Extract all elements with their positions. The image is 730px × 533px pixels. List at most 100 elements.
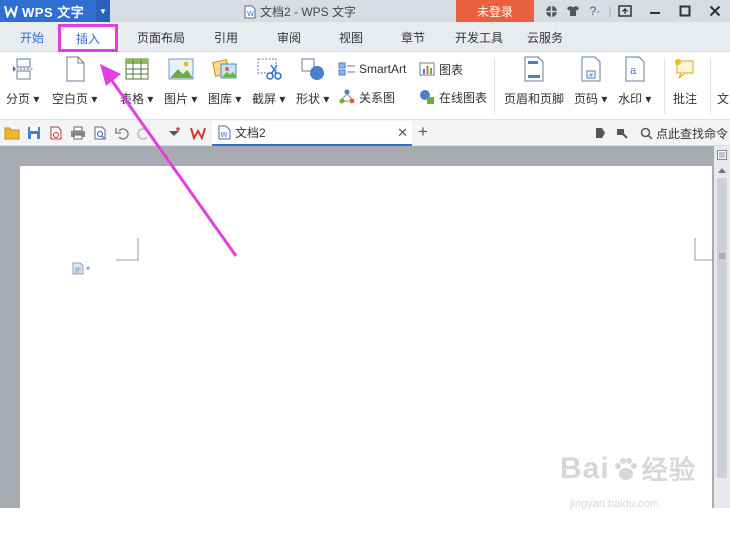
undo-icon[interactable] <box>114 125 130 141</box>
window-title-text: 文档2 - WPS 文字 <box>260 5 357 19</box>
smartart-icon <box>338 60 356 78</box>
chart-button[interactable]: 图表 <box>418 60 463 78</box>
table-button[interactable]: 表格 ▾ <box>120 56 153 107</box>
text-cut-button[interactable]: 文 <box>716 56 730 107</box>
scrollbar-thumb[interactable] <box>717 178 727 478</box>
app-name: WPS 文字 <box>22 4 85 20</box>
quick-access-bar: W 文档2 ✕ + 点此查找命令 <box>0 120 730 146</box>
save-icon[interactable] <box>26 125 42 141</box>
watermark-button[interactable]: a 水印 ▾ <box>618 56 651 107</box>
gallery-button[interactable]: 图库 ▾ <box>208 56 241 107</box>
svg-text:a: a <box>630 64 637 77</box>
minimize-button[interactable] <box>640 0 670 22</box>
blank-page-label: 空白页 ▾ <box>52 92 98 106</box>
svg-text:#: # <box>588 72 593 79</box>
shirt-icon[interactable] <box>562 0 584 22</box>
redo-icon[interactable] <box>136 125 152 141</box>
app-menu-button[interactable]: WPS 文字 ▼ <box>0 0 110 22</box>
smartart-button[interactable]: SmartArt <box>338 60 406 78</box>
help-icon[interactable]: ?· <box>584 0 606 22</box>
page-number-label: 页码 ▾ <box>574 92 608 106</box>
tab-cloud[interactable]: 云服务 <box>518 22 572 52</box>
wps-logo-icon <box>4 4 18 18</box>
tab-insert[interactable]: 插入 <box>58 24 118 52</box>
page-number-icon: # <box>578 56 604 82</box>
scroll-up-icon[interactable] <box>717 166 727 174</box>
page-break-label: 分页 ▾ <box>6 92 40 106</box>
svg-text:W: W <box>221 131 228 139</box>
watermark-label: 水印 ▾ <box>618 92 652 106</box>
skin-icon[interactable] <box>540 0 562 22</box>
window-title: W 文档2 - WPS 文字 <box>244 3 356 20</box>
watermark-icon: a <box>622 56 648 82</box>
document-icon: W <box>244 5 256 18</box>
page-break-icon <box>10 56 36 82</box>
export-pdf-icon[interactable] <box>48 125 64 141</box>
tab-chapter[interactable]: 章节 <box>390 22 436 52</box>
tab-page-layout[interactable]: 页面布局 <box>130 22 192 52</box>
title-bar: WPS 文字 ▼ W 文档2 - WPS 文字 未登录 ?· | <box>0 0 730 22</box>
document-tab[interactable]: W 文档2 ✕ <box>212 121 412 146</box>
customize-quick-access-icon[interactable] <box>166 125 182 141</box>
picture-icon <box>168 56 194 82</box>
page-number-button[interactable]: # 页码 ▾ <box>574 56 607 107</box>
online-chart-button[interactable]: 在线图表 <box>418 88 487 106</box>
maximize-button[interactable] <box>670 0 700 22</box>
svg-text:W: W <box>247 10 254 18</box>
app-menu-caret-icon[interactable]: ▼ <box>96 0 110 22</box>
header-footer-label: 页眉和页脚 <box>504 92 565 106</box>
print-preview-icon[interactable] <box>92 125 108 141</box>
tab-view[interactable]: 视图 <box>328 22 374 52</box>
restore-ribbon-icon[interactable] <box>610 0 640 22</box>
document-tab-name: 文档2 <box>235 126 266 140</box>
table-label: 表格 ▾ <box>120 92 154 106</box>
tab-home[interactable]: 开始 <box>6 22 58 52</box>
vertical-scrollbar[interactable] <box>714 146 730 508</box>
browse-icon[interactable] <box>592 125 608 141</box>
new-tab-icon[interactable]: + <box>418 122 428 142</box>
watermark-brand: Bai <box>560 451 610 485</box>
footer-strip <box>0 508 730 533</box>
shapes-button[interactable]: 形状 ▾ <box>296 56 329 107</box>
comment-label: 批注 <box>672 92 697 106</box>
close-button[interactable] <box>700 0 730 22</box>
header-footer-button[interactable]: 页眉和页脚 <box>504 56 564 107</box>
print-icon[interactable] <box>70 125 86 141</box>
picture-button[interactable]: 图片 ▾ <box>164 56 197 107</box>
tab-review[interactable]: 审阅 <box>266 22 312 52</box>
ribbon-panel: 分页 ▾ 空白页 ▾ 表格 ▾ 图片 ▾ 图库 ▾ 截屏 ▾ 形状 ▾ Smar… <box>0 52 730 120</box>
header-footer-icon <box>521 56 547 82</box>
comment-button[interactable]: 批注 <box>672 56 698 107</box>
paw-icon <box>614 457 637 480</box>
baidu-watermark: Bai 经验 jingyan.baidu.com <box>560 450 696 511</box>
relation-chart-button[interactable]: 关系图 <box>338 88 395 106</box>
open-folder-icon[interactable] <box>4 125 20 141</box>
watermark-url: jingyan.baidu.com <box>570 498 659 510</box>
watermark-brand-jingyan: 经验 <box>641 455 696 485</box>
page-break-button[interactable]: 分页 ▾ <box>6 56 39 107</box>
smartart-label: SmartArt <box>359 62 407 76</box>
wps-w-logo-icon[interactable] <box>190 125 206 141</box>
ruler-toggle-icon[interactable] <box>717 150 727 160</box>
chart-icon <box>418 60 436 78</box>
margin-corner-top-left <box>116 238 139 261</box>
ribbon-separator <box>710 58 711 114</box>
gallery-icon <box>211 56 238 82</box>
find-command-box[interactable]: 点此查找命令 <box>640 125 728 142</box>
scissors-icon <box>256 56 282 82</box>
find-command-text: 点此查找命令 <box>656 127 729 141</box>
view-switch-icon[interactable] <box>614 125 630 141</box>
paragraph-options-icon[interactable]: ▾ <box>72 262 90 275</box>
text-icon <box>716 56 730 82</box>
tab-developer[interactable]: 开发工具 <box>448 22 510 52</box>
login-button[interactable]: 未登录 <box>456 0 534 22</box>
online-chart-icon <box>418 88 436 106</box>
screenshot-button[interactable]: 截屏 ▾ <box>252 56 285 107</box>
tab-references[interactable]: 引用 <box>204 22 248 52</box>
close-tab-icon[interactable]: ✕ <box>397 125 408 141</box>
online-chart-label: 在线图表 <box>439 90 488 105</box>
ribbon-separator <box>494 58 495 114</box>
blank-page-icon <box>62 56 88 82</box>
screenshot-label: 截屏 ▾ <box>252 92 286 106</box>
blank-page-button[interactable]: 空白页 ▾ <box>52 56 97 107</box>
